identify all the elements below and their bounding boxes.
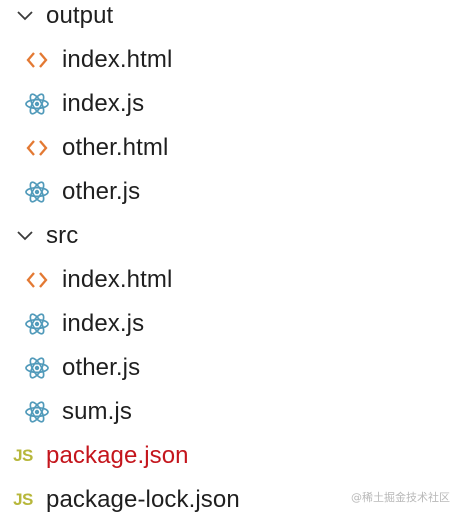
file-label: index.html	[62, 46, 173, 73]
folder-label: src	[46, 222, 79, 249]
json-file-icon: JS	[13, 446, 33, 465]
react-file-icon	[24, 355, 50, 381]
file-row-src-index-html[interactable]: index.html	[0, 258, 460, 302]
file-label: package-lock.json	[46, 486, 240, 513]
file-row-output-index-js[interactable]: index.js	[0, 82, 460, 126]
file-label: package.json	[46, 442, 189, 469]
file-row-src-index-js[interactable]: index.js	[0, 302, 460, 346]
file-row-output-other-js[interactable]: other.js	[0, 170, 460, 214]
file-label: other.js	[62, 354, 141, 381]
file-label: index.html	[62, 266, 173, 293]
react-file-icon	[24, 179, 50, 205]
file-row-src-other-js[interactable]: other.js	[0, 346, 460, 390]
file-row-output-other-html[interactable]: other.html	[0, 126, 460, 170]
file-label: other.html	[62, 134, 169, 161]
react-file-icon	[24, 91, 50, 117]
react-file-icon	[24, 399, 50, 425]
chevron-down-icon[interactable]	[14, 225, 36, 247]
folder-output[interactable]: output	[0, 0, 460, 38]
watermark: @稀土掘金技术社区	[351, 491, 450, 504]
file-row-package-json[interactable]: JS package.json	[0, 434, 460, 478]
html-file-icon	[24, 47, 50, 73]
folder-label: output	[46, 2, 114, 29]
html-file-icon	[24, 135, 50, 161]
file-label: index.js	[62, 90, 145, 117]
file-label: sum.js	[62, 398, 132, 425]
file-explorer: output index.html index.js other.html ot…	[0, 0, 460, 514]
folder-src[interactable]: src	[0, 214, 460, 258]
file-row-output-index-html[interactable]: index.html	[0, 38, 460, 82]
file-row-src-sum-js[interactable]: sum.js	[0, 390, 460, 434]
file-label: other.js	[62, 178, 141, 205]
json-file-icon: JS	[13, 490, 33, 509]
file-label: index.js	[62, 310, 145, 337]
html-file-icon	[24, 267, 50, 293]
chevron-down-icon[interactable]	[14, 5, 36, 27]
react-file-icon	[24, 311, 50, 337]
